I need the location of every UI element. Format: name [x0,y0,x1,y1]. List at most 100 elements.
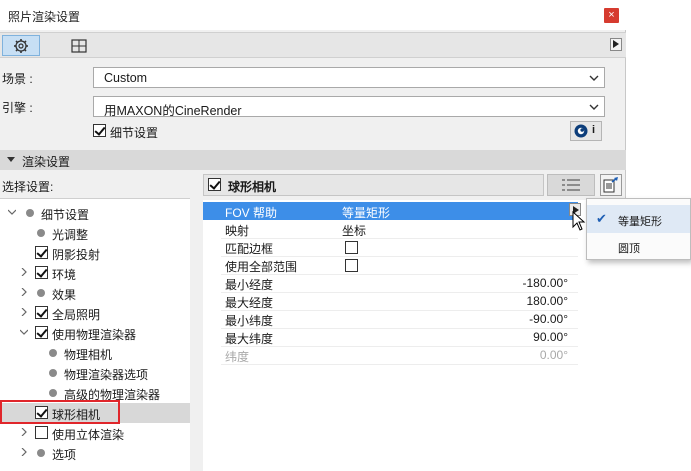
tree-item-label: 阴影投射 [52,248,101,262]
frame-size-icon [71,38,87,53]
chevron-down-icon [589,104,599,110]
row-divider [221,364,578,365]
tree-item-checkbox[interactable] [35,306,48,319]
photo-rendering-settings-window: 照片渲染设置 × 场景: Custom 引擎: 用MAXON的CineRen… [0,0,626,471]
info-icon: i [592,124,596,136]
popup-item-label: 等量矩形 [618,216,662,228]
property-value[interactable]: 90.00° [533,330,568,344]
bullet-icon [49,349,57,357]
tree-item-label: 选项 [52,448,77,462]
tree-item-use-physical-renderer[interactable]: 使用物理渲染器 [0,323,190,343]
cinerender-info-button[interactable]: i [570,121,602,141]
property-row-min-latitude[interactable]: 最小纬度 -90.00° [203,310,578,328]
property-name: 最小纬度 [225,314,274,328]
tree-item-use-stereo-rendering[interactable]: 使用立体渲染 [0,423,190,443]
highlight-box [0,400,120,424]
tree-item-label: 细节设置 [41,208,90,222]
tree-item-detail-settings[interactable]: 细节设置 [0,203,190,223]
property-value[interactable]: -180.00° [523,276,569,290]
property-row-fov-helper[interactable]: FOV 帮助 等量矩形 [203,202,578,220]
cinema4d-logo-icon [574,124,588,138]
chevron-down-icon[interactable] [20,328,28,336]
property-value[interactable]: 等量矩形 [342,204,390,221]
tree-item-label: 使用立体渲染 [52,428,125,442]
engine-value: 用MAXON的CineRender [104,104,242,118]
tree-item-checkbox[interactable] [35,426,48,439]
tree-item-light-adjust[interactable]: 光调整 [0,223,190,243]
property-row-max-longitude[interactable]: 最大经度 180.00° [203,292,578,310]
property-value: 0.00° [539,348,568,362]
property-row-use-full-range[interactable]: 使用全部范围 [203,256,578,274]
property-row-min-longitude[interactable]: 最小经度 -180.00° [203,274,578,292]
tree-item-checkbox[interactable] [35,246,48,259]
fov-popup-menu: ✔ 等量矩形 圆顶 [586,198,691,260]
chevron-right-icon[interactable] [20,268,28,276]
export-settings-button[interactable] [600,174,622,196]
tab-bar [0,32,626,58]
export-icon [603,177,618,193]
tree-item-label: 使用物理渲染器 [52,328,137,342]
mouse-cursor-icon [572,211,586,231]
scene-value: Custom [104,71,148,85]
tree-item-options[interactable]: 选项 [0,443,190,463]
tree-item-physical-renderer-options[interactable]: 物理渲染器选项 [0,363,190,383]
triangle-right-icon [613,40,619,48]
spherical-camera-checkbox[interactable] [208,178,221,191]
detail-settings-checkbox[interactable] [93,124,106,137]
property-value[interactable]: 坐标 [342,222,366,239]
chevron-down-icon[interactable] [8,208,16,216]
property-name: 最大纬度 [225,332,274,346]
property-value[interactable]: -90.00° [529,312,568,326]
property-row-mapping[interactable]: 映射 坐标 [203,220,578,238]
property-name: 映射 [225,224,250,238]
tab-settings[interactable] [2,35,40,56]
bullet-icon [37,289,45,297]
chevron-down-icon [589,75,599,81]
tree-item-label: 全局照明 [52,308,101,322]
tree-item-checkbox[interactable] [35,326,48,339]
title-bar: 照片渲染设置 × [0,0,626,30]
property-row-fit-frame[interactable]: 匹配边框 [203,238,578,256]
list-view-button[interactable] [547,174,595,196]
tree-item-label: 环境 [52,268,77,282]
triangle-down-icon [7,157,15,162]
tree-item-checkbox[interactable] [35,266,48,279]
scene-label: 场景 : [2,72,33,86]
window-title: 照片渲染设置 [8,10,81,24]
property-checkbox[interactable] [345,241,358,254]
bullet-icon [26,209,34,217]
popup-item-equirectangular[interactable]: ✔ 等量矩形 [587,205,690,233]
engine-label: 引擎 : [2,101,33,115]
property-name: 纬度 [225,350,250,364]
chevron-right-icon[interactable] [20,428,28,436]
render-settings-section-header[interactable]: 渲染设置 [0,150,626,170]
tree-item-environment[interactable]: 环境 [0,263,190,283]
engine-dropdown[interactable]: 用MAXON的CineRender [93,96,605,118]
popup-item-dome[interactable]: 圆顶 [587,232,690,260]
property-value[interactable]: 180.00° [526,294,568,308]
scene-dropdown[interactable]: Custom [93,67,605,88]
list-icon [562,179,580,191]
panel-title: 球形相机 [228,180,277,194]
property-name: 最大经度 [225,296,274,310]
chevron-right-icon[interactable] [20,448,28,456]
chevron-right-icon[interactable] [20,288,28,296]
tab-scroll-right-button[interactable] [610,38,622,51]
chevron-right-icon[interactable] [20,308,28,316]
tree-item-shadow-casting[interactable]: 阴影投射 [0,243,190,263]
tree-item-physical-camera[interactable]: 物理相机 [0,343,190,363]
close-button[interactable]: × [604,8,619,23]
bullet-icon [49,369,57,377]
checkmark-icon: ✔ [596,211,607,226]
tree-item-effects[interactable]: 效果 [0,283,190,303]
property-row-latitude[interactable]: 纬度 0.00° [203,346,578,364]
property-checkbox[interactable] [345,259,358,272]
tree-item-label: 物理相机 [64,348,113,362]
tree-item-global-illumination[interactable]: 全局照明 [0,303,190,323]
popup-item-label: 圆顶 [618,243,640,255]
tree-item-label: 效果 [52,288,77,302]
tab-size[interactable] [60,35,98,56]
detail-settings-label: 细节设置 [110,126,159,140]
property-row-max-latitude[interactable]: 最大纬度 90.00° [203,328,578,346]
settings-tree: 细节设置 光调整 阴影投射 环境 效果 全局照明 使用物理渲染器 物理相机 物理渲染器选项 高级的… [0,198,190,471]
